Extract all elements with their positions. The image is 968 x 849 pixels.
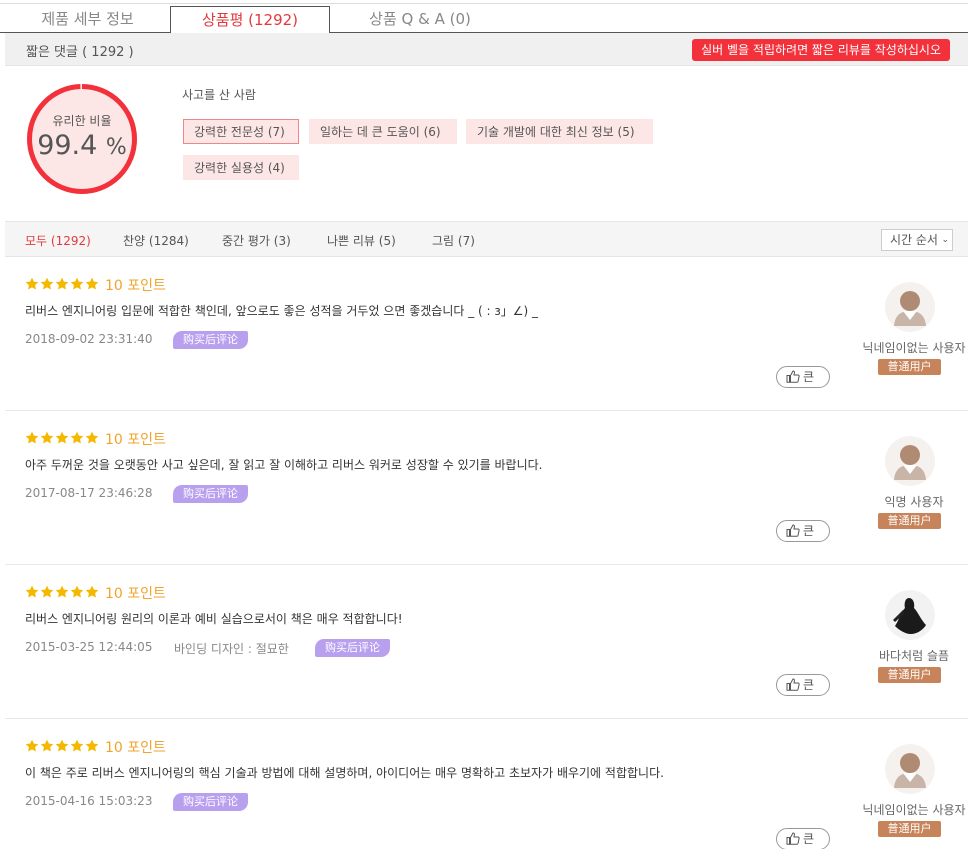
thumbs-up-icon: [786, 370, 800, 383]
like-label: 큰: [803, 524, 815, 538]
like-label: 큰: [803, 370, 815, 384]
purchase-review-badge: 购买后评论: [173, 331, 248, 349]
user-avatar[interactable]: [885, 744, 935, 794]
tag-professionalism[interactable]: 강력한 전문성 (7): [183, 119, 299, 144]
review-date: 2015-04-16 15:03:23: [25, 794, 153, 808]
purchase-review-badge: 购买后评论: [315, 639, 390, 657]
review-extra-note: 바인딩 디자인 : 절묘한: [174, 642, 289, 656]
star-icon: [85, 585, 99, 598]
write-review-notice-button[interactable]: 실버 벨을 적립하려면 짧은 리뷰를 작성하십시오: [692, 39, 950, 61]
review-filter-bar: 모두 (1292) 찬양 (1284) 중간 평가 (3) 나쁜 리뷰 (5) …: [5, 221, 968, 257]
filter-neutral[interactable]: 중간 평가 (3): [222, 232, 291, 249]
tab-reviews[interactable]: 상품평 (1292): [170, 6, 330, 34]
star-icon: [40, 277, 54, 290]
tag-practicality[interactable]: 강력한 실용성 (4): [183, 155, 299, 180]
review-text: 리버스 엔지니어링 입문에 적합한 책인데, 앞으로도 좋은 성적을 거두었 으…: [25, 304, 539, 318]
user-level-badge: 普通用户: [878, 359, 941, 375]
star-icon: [55, 585, 69, 598]
review-text: 리버스 엔지니어링 원리의 이론과 예비 실습으로서이 책은 매우 적합합니다!: [25, 612, 403, 626]
like-button[interactable]: 큰: [776, 366, 830, 388]
review-points: 10 포인트: [105, 740, 166, 756]
tab-qa[interactable]: 상품 Q & A (0): [335, 6, 505, 33]
review-text: 이 책은 주로 리버스 엔지니어링의 핵심 기술과 방법에 대해 설명하며, 아…: [25, 766, 664, 780]
chevron-down-icon: ⌄: [941, 235, 949, 245]
review-item: 10 포인트리버스 엔지니어링 원리의 이론과 예비 실습으로서이 책은 매우 …: [5, 565, 968, 719]
buyers-tags-title: 사고를 산 사람: [182, 88, 256, 102]
review-date: 2017-08-17 23:46:28: [25, 486, 153, 500]
tag-latest-tech-info[interactable]: 기술 개발에 대한 최신 정보 (5): [466, 119, 653, 144]
star-icon: [40, 739, 54, 752]
review-item: 10 포인트아주 두꺼운 것을 오랫동안 사고 싶은데, 잘 읽고 잘 이해하고…: [5, 411, 968, 565]
star-icon: [70, 739, 84, 752]
star-icon: [70, 431, 84, 444]
review-points: 10 포인트: [105, 586, 166, 602]
tag-helpful-for-work[interactable]: 일하는 데 큰 도움이 (6): [309, 119, 457, 144]
sort-select[interactable]: 시간 순서 ⌄: [881, 229, 953, 251]
star-icon: [85, 431, 99, 444]
thumbs-up-icon: [786, 832, 800, 845]
user-avatar[interactable]: [885, 590, 935, 640]
user-level-badge: 普通用户: [878, 513, 941, 529]
review-text: 아주 두꺼운 것을 오랫동안 사고 싶은데, 잘 읽고 잘 이해하고 리버스 워…: [25, 458, 543, 472]
review-stars: [25, 430, 100, 446]
user-level-badge: 普通用户: [878, 667, 941, 683]
review-stars: [25, 584, 100, 600]
review-stars: [25, 738, 100, 754]
user-avatar[interactable]: [885, 436, 935, 486]
review-points: 10 포인트: [105, 278, 166, 294]
star-icon: [55, 739, 69, 752]
filter-positive[interactable]: 찬양 (1284): [123, 232, 189, 249]
favorable-ratio-label: 유리한 비율: [52, 114, 112, 128]
star-icon: [25, 585, 39, 598]
star-icon: [25, 277, 39, 290]
filter-negative[interactable]: 나쁜 리뷰 (5): [327, 232, 396, 249]
user-name: 바다처럼 슬픔: [878, 649, 950, 663]
like-label: 큰: [803, 678, 815, 692]
like-button[interactable]: 큰: [776, 828, 830, 849]
user-name: 익명 사용자: [884, 495, 944, 509]
user-avatar[interactable]: [885, 282, 935, 332]
ratio-unit: %: [105, 135, 127, 160]
like-label: 큰: [803, 832, 815, 846]
star-icon: [85, 277, 99, 290]
short-comments-bar: 짧은 댓글 ( 1292 ) 실버 벨을 적립하려면 짧은 리뷰를 작성하십시오: [5, 33, 968, 66]
thumbs-up-icon: [786, 524, 800, 537]
filter-with-pictures[interactable]: 그림 (7): [432, 232, 475, 249]
top-divider: [0, 3, 968, 4]
user-name: 닉네임이없는 사용자: [862, 341, 966, 355]
review-points: 10 포인트: [105, 432, 166, 448]
review-date: 2015-03-25 12:44:05: [25, 640, 153, 654]
star-icon: [40, 431, 54, 444]
star-icon: [40, 585, 54, 598]
thumbs-up-icon: [786, 678, 800, 691]
user-name: 닉네임이없는 사용자: [862, 803, 966, 817]
purchase-review-badge: 购买后评论: [173, 793, 248, 811]
ratio-number: 99.4: [37, 130, 98, 161]
purchase-review-badge: 购买后评论: [173, 485, 248, 503]
star-icon: [55, 277, 69, 290]
star-icon: [25, 431, 39, 444]
star-icon: [55, 431, 69, 444]
sort-select-value: 시간 순서: [890, 233, 938, 247]
user-level-badge: 普通用户: [878, 821, 941, 837]
star-icon: [70, 585, 84, 598]
review-stars: [25, 276, 100, 292]
product-tabs: 제품 세부 정보 상품평 (1292) 상품 Q & A (0): [0, 0, 968, 34]
filter-all[interactable]: 모두 (1292): [25, 232, 91, 249]
star-icon: [85, 739, 99, 752]
review-item: 10 포인트리버스 엔지니어링 입문에 적합한 책인데, 앞으로도 좋은 성적을…: [5, 257, 968, 411]
review-item: 10 포인트이 책은 주로 리버스 엔지니어링의 핵심 기술과 방법에 대해 설…: [5, 719, 968, 849]
review-date: 2018-09-02 23:31:40: [25, 332, 153, 346]
star-icon: [25, 739, 39, 752]
short-comments-count: 짧은 댓글 ( 1292 ): [26, 45, 134, 60]
like-button[interactable]: 큰: [776, 674, 830, 696]
like-button[interactable]: 큰: [776, 520, 830, 542]
tab-product-details[interactable]: 제품 세부 정보: [10, 6, 165, 33]
favorable-ratio-value: 99.4 %: [25, 130, 139, 161]
star-icon: [70, 277, 84, 290]
